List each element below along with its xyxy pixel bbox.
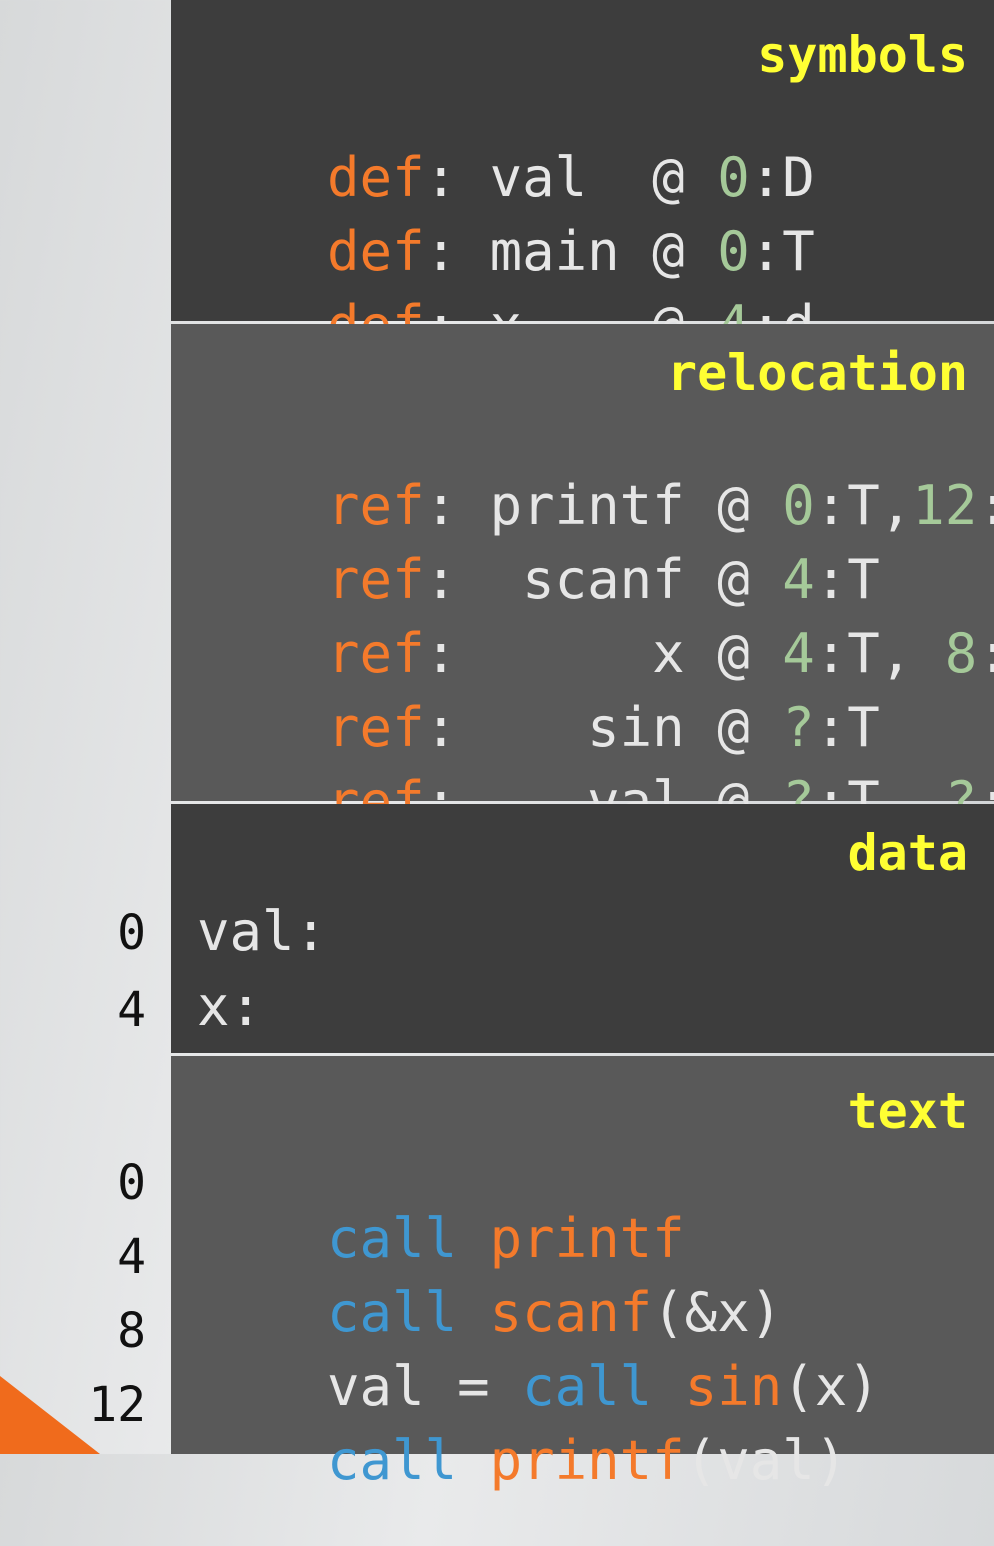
section-title-data: data [847, 824, 968, 882]
code-args: (val) [684, 1429, 848, 1492]
section-title-relocation: relocation [666, 344, 968, 402]
relocation-section: relocation ref: printf @ 0:T,12:T ref: s… [171, 324, 994, 829]
data-label: x: [197, 975, 263, 1038]
text-offset: 12 [88, 1377, 146, 1433]
reloc-address: 12 [912, 474, 978, 537]
code-line: call printf(val) [197, 1380, 847, 1542]
call-keyword: call [327, 1429, 458, 1492]
function-name: printf [489, 1429, 685, 1492]
text-offset: 8 [117, 1303, 146, 1359]
data-offset: 4 [117, 982, 146, 1038]
section-title-symbols: symbols [757, 26, 968, 84]
data-label: val: [197, 900, 328, 963]
data-section: data val: x: [171, 804, 994, 1053]
text-offset: 0 [117, 1155, 146, 1211]
reloc-segment: :T [977, 622, 994, 685]
text-offset: 4 [117, 1229, 146, 1285]
data-offset: 0 [117, 905, 146, 961]
text-section: text call printf call scanf(&x) val = ca… [171, 1056, 994, 1488]
reloc-address: 8 [944, 622, 978, 685]
reloc-segment: :T [977, 474, 994, 537]
section-title-text: text [847, 1082, 968, 1140]
symbols-section: symbols def: val @ 0:D def: main @ 0:T d… [171, 0, 994, 353]
